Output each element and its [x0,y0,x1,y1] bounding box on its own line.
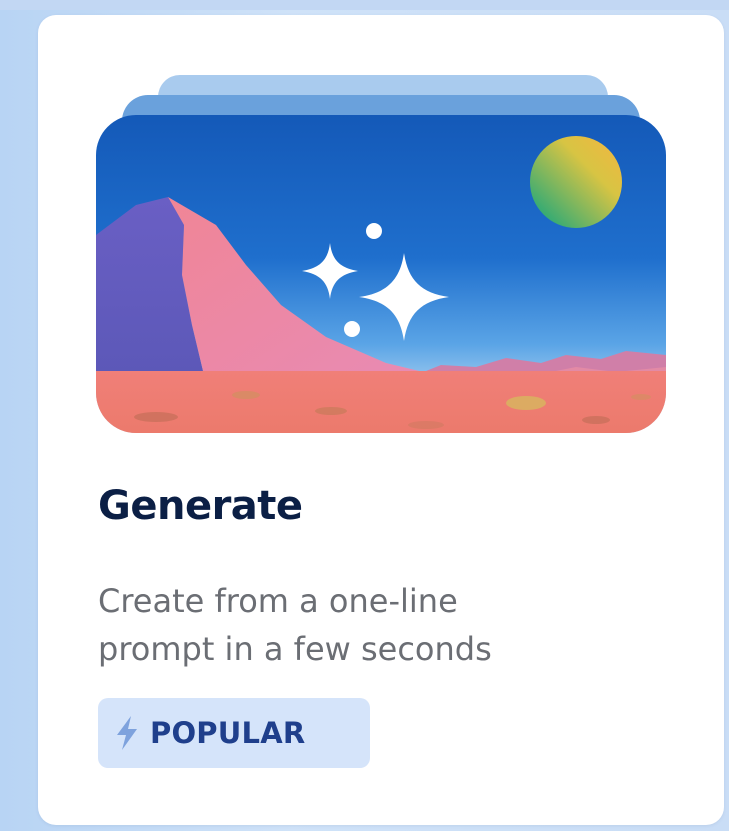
generate-card[interactable]: Generate Create from a one-line prompt i… [38,15,724,825]
card-illustration [96,75,666,433]
top-band [0,0,729,10]
sun-icon [530,136,622,228]
card-description-line: prompt in a few seconds [98,630,492,668]
card-description-line: Create from a one-line [98,582,458,620]
badge-label: POPULAR [150,716,306,750]
popular-badge: POPULAR [98,698,370,768]
card-description: Create from a one-line prompt in a few s… [98,577,658,673]
lightning-bolt-icon [117,716,137,750]
card-title: Generate [98,483,303,529]
